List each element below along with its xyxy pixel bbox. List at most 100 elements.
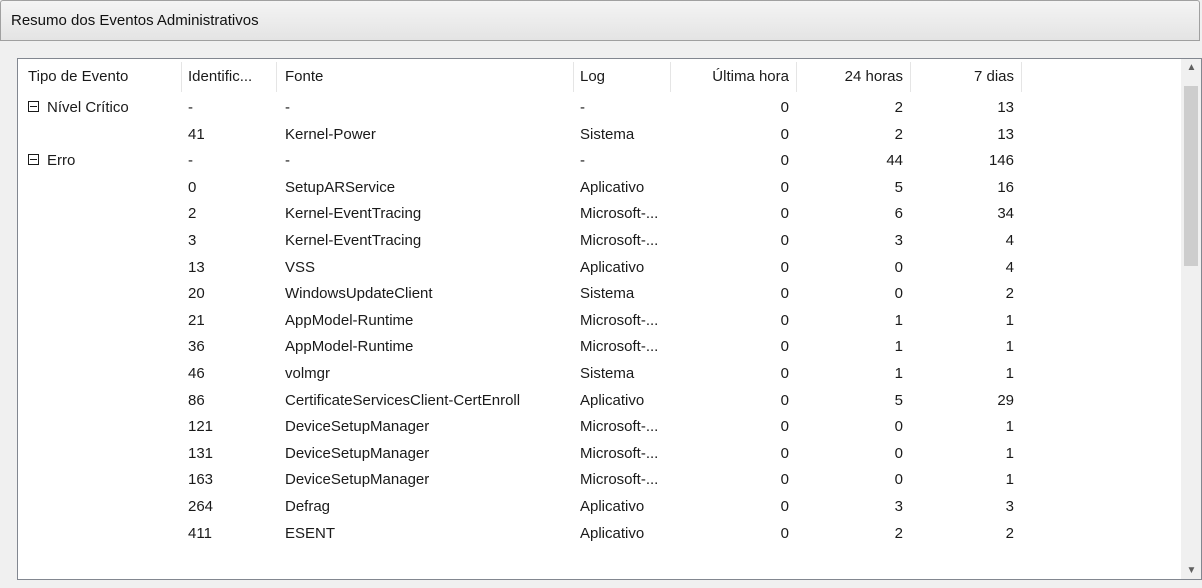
column-divider[interactable] xyxy=(573,62,574,92)
table-row[interactable]: 41 Kernel-Power Sistema 0 2 13 xyxy=(18,122,1182,148)
cell-fonte: volmgr xyxy=(285,365,331,382)
cell-tipo xyxy=(28,122,178,148)
column-divider[interactable] xyxy=(276,62,277,92)
cell-ultima-hora: 0 xyxy=(780,498,789,515)
cell-24-horas: 1 xyxy=(894,365,903,382)
cell-log: Microsoft-... xyxy=(580,205,659,223)
table-row[interactable]: 3 Kernel-EventTracing Microsoft-... 0 3 4 xyxy=(18,228,1182,254)
cell-24-horas: 3 xyxy=(894,498,903,515)
table-row[interactable]: 2 Kernel-EventTracing Microsoft-... 0 6 34 xyxy=(18,201,1182,227)
table-row[interactable]: 131 DeviceSetupManager Microsoft-... 0 0 1 xyxy=(18,441,1182,467)
cell-log: Microsoft-... xyxy=(580,232,659,249)
cell-7-dias: 4 xyxy=(1005,258,1014,276)
cell-24-horas: 1 xyxy=(894,311,903,329)
cell-tipo xyxy=(28,255,178,281)
cell-fonte: ESENT xyxy=(285,524,336,542)
scroll-thumb[interactable] xyxy=(1184,86,1198,266)
column-divider[interactable] xyxy=(181,62,182,92)
cell-ultima-hora: 0 xyxy=(780,285,789,303)
cell-ultima-hora: 0 xyxy=(780,444,789,462)
cell-fonte: AppModel-Runtime xyxy=(285,311,414,329)
cell-ultima-hora: 0 xyxy=(780,311,789,329)
cell-24-horas: 1 xyxy=(894,338,903,356)
cell-7-dias: 13 xyxy=(997,125,1014,143)
cell-id: - xyxy=(188,99,193,116)
table-row[interactable]: 46 volmgr Sistema 0 1 1 xyxy=(18,361,1182,387)
table-row[interactable]: 0 SetupARService Aplicativo 0 5 16 xyxy=(18,175,1182,201)
column-header-24-horas[interactable]: 24 horas xyxy=(803,59,903,95)
chevron-up-icon[interactable]: ▲ xyxy=(1182,59,1201,76)
cell-ultima-hora: 0 xyxy=(780,178,789,196)
column-header-log[interactable]: Log xyxy=(580,59,680,95)
cell-id: 411 xyxy=(188,524,212,542)
collapse-icon[interactable] xyxy=(28,154,39,166)
table-row[interactable]: 36 AppModel-Runtime Microsoft-... 0 1 1 xyxy=(18,334,1182,360)
cell-fonte: VSS xyxy=(285,258,316,276)
column-header-tipo[interactable]: Tipo de Evento xyxy=(28,59,178,95)
column-header-ultima-hora[interactable]: Última hora xyxy=(678,59,789,95)
table-row[interactable]: 21 AppModel-Runtime Microsoft-... 0 1 1 xyxy=(18,308,1182,334)
table-row[interactable]: 13 VSS Aplicativo 0 0 4 xyxy=(18,255,1182,281)
column-header-id[interactable]: Identific... xyxy=(188,59,268,95)
panel-title: Resumo dos Eventos Administrativos xyxy=(11,12,259,29)
cell-tipo xyxy=(28,441,178,467)
table-row[interactable]: 264 Defrag Aplicativo 0 3 3 xyxy=(18,494,1182,520)
cell-fonte: AppModel-Runtime xyxy=(285,338,414,356)
list-view: Tipo de Evento Identific... Fonte Log Úl… xyxy=(18,59,1182,579)
group-row[interactable]: Nível Crítico - - - 0 2 13 xyxy=(18,95,1182,121)
cell-24-horas: 0 xyxy=(894,258,903,276)
panel-header[interactable]: Resumo dos Eventos Administrativos xyxy=(0,0,1200,41)
collapse-icon[interactable] xyxy=(28,101,39,113)
cell-fonte: DeviceSetupManager xyxy=(285,444,430,462)
event-summary-list[interactable]: Tipo de Evento Identific... Fonte Log Úl… xyxy=(17,58,1202,580)
cell-id: 21 xyxy=(188,311,205,329)
cell-fonte: Kernel-EventTracing xyxy=(285,205,422,223)
cell-log: Microsoft-... xyxy=(580,418,659,436)
column-divider[interactable] xyxy=(910,62,911,92)
cell-fonte: Kernel-Power xyxy=(285,125,376,143)
vertical-scrollbar[interactable]: ▲ ▼ xyxy=(1181,59,1201,579)
column-header-fonte[interactable]: Fonte xyxy=(285,59,575,95)
group-label: Erro xyxy=(47,152,76,170)
table-row[interactable]: 121 DeviceSetupManager Microsoft-... 0 0 1 xyxy=(18,414,1182,440)
column-divider[interactable] xyxy=(1021,62,1022,92)
cell-tipo xyxy=(28,201,178,227)
cell-id: 163 xyxy=(188,471,214,489)
cell-24-horas: 2 xyxy=(894,125,903,143)
group-row[interactable]: Erro - - - 0 44 146 xyxy=(18,148,1182,174)
column-header-row: Tipo de Evento Identific... Fonte Log Úl… xyxy=(18,59,1182,92)
cell-log: - xyxy=(580,152,585,170)
cell-ultima-hora: 0 xyxy=(780,205,789,223)
cell-fonte: CertificateServicesClient-CertEnroll xyxy=(285,391,521,409)
cell-tipo xyxy=(28,521,178,547)
cell-log: Microsoft-... xyxy=(580,444,659,462)
cell-tipo xyxy=(28,281,178,307)
cell-24-horas: 0 xyxy=(894,285,903,303)
cell-fonte: - xyxy=(285,152,290,170)
column-divider[interactable] xyxy=(796,62,797,92)
cell-id: 264 xyxy=(188,498,214,515)
cell-7-dias: 1 xyxy=(1005,338,1014,356)
column-divider[interactable] xyxy=(670,62,671,92)
column-header-7-dias[interactable]: 7 dias xyxy=(918,59,1014,95)
cell-7-dias: 1 xyxy=(1005,471,1014,489)
cell-fonte: Kernel-EventTracing xyxy=(285,232,422,249)
cell-log: Sistema xyxy=(580,365,635,382)
cell-fonte: WindowsUpdateClient xyxy=(285,285,433,303)
cell-tipo xyxy=(28,308,178,334)
cell-fonte: Defrag xyxy=(285,498,331,515)
table-row[interactable]: 411 ESENT Aplicativo 0 2 2 xyxy=(18,521,1182,547)
table-row[interactable]: 86 CertificateServicesClient-CertEnroll Ap… xyxy=(18,388,1182,414)
cell-id: 13 xyxy=(188,258,205,276)
cell-7-dias: 2 xyxy=(1005,524,1014,542)
cell-ultima-hora: 0 xyxy=(780,471,789,489)
table-row[interactable]: 20 WindowsUpdateClient Sistema 0 0 2 xyxy=(18,281,1182,307)
cell-7-dias: 4 xyxy=(1005,232,1014,249)
cell-log: Aplicativo xyxy=(580,178,645,196)
cell-log: Microsoft-... xyxy=(580,338,659,356)
chevron-down-icon[interactable]: ▼ xyxy=(1182,562,1201,579)
cell-tipo xyxy=(28,334,178,360)
table-row[interactable]: 163 DeviceSetupManager Microsoft-... 0 0 1 xyxy=(18,467,1182,493)
group-label: Nível Crítico xyxy=(47,99,129,116)
cell-ultima-hora: 0 xyxy=(780,524,789,542)
